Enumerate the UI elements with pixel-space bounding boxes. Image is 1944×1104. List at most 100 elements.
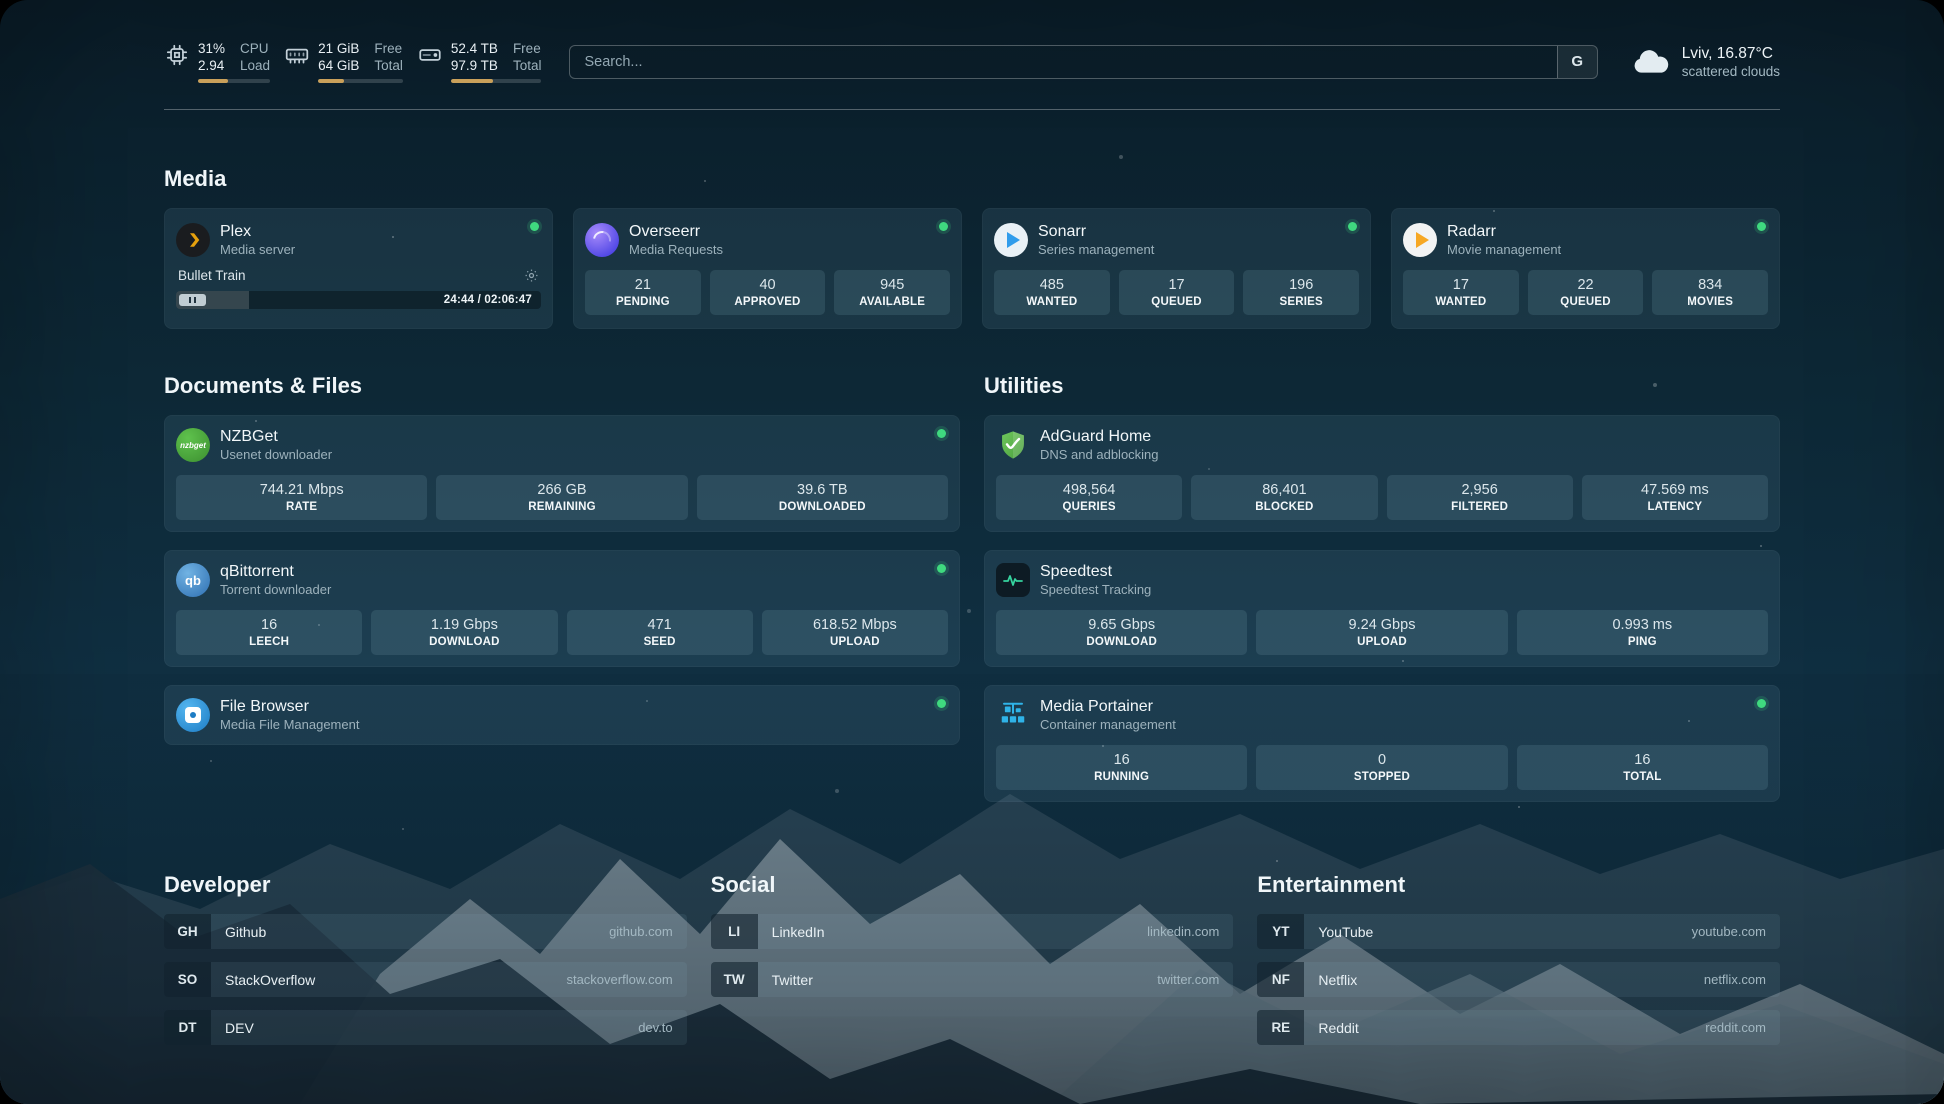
- cpu-bar-fill: [198, 79, 228, 83]
- disk-bar: [451, 79, 542, 83]
- stat-label: DOWNLOAD: [375, 636, 553, 648]
- overseerr-card[interactable]: Overseerr Media Requests 21 PENDING 40 A…: [573, 208, 962, 329]
- weather-widget[interactable]: Lviv, 16.87°C scattered clouds: [1630, 44, 1780, 80]
- entertainment-title: Entertainment: [1257, 872, 1780, 898]
- stat-label: LEECH: [180, 636, 358, 648]
- stat-value: 471: [571, 616, 749, 634]
- stat-label: SEED: [571, 636, 749, 648]
- search-bar: G: [569, 45, 1597, 79]
- media-title: Media: [164, 166, 1780, 192]
- stat-label: TOTAL: [1521, 771, 1764, 783]
- bookmark-linkedin[interactable]: LI LinkedIn linkedin.com: [711, 914, 1234, 949]
- nzbget-icon-text: nzbget: [180, 441, 206, 450]
- stat-rate: 744.21 Mbps RATE: [176, 475, 427, 520]
- plex-card[interactable]: Plex Media server Bullet Train: [164, 208, 553, 329]
- bookmark-reddit[interactable]: RE Reddit reddit.com: [1257, 1010, 1780, 1045]
- stat-value: 0.993 ms: [1521, 616, 1764, 634]
- stat-blocked: 86,401 BLOCKED: [1191, 475, 1377, 520]
- adguard-icon: [996, 428, 1030, 462]
- stat-label: QUEUED: [1123, 296, 1231, 308]
- gear-icon[interactable]: [524, 268, 539, 283]
- stat-label: APPROVED: [714, 296, 822, 308]
- stat-pending: 21 PENDING: [585, 270, 701, 315]
- stat-label: DOWNLOAD: [1000, 636, 1243, 648]
- stat-value: 22: [1532, 276, 1640, 294]
- service-desc: Torrent downloader: [220, 582, 331, 598]
- playback-progress-bar[interactable]: 24:44 / 02:06:47: [176, 291, 541, 309]
- stat-queries: 498,564 QUERIES: [996, 475, 1182, 520]
- weather-condition: scattered clouds: [1682, 63, 1780, 80]
- bookmark-youtube[interactable]: YT YouTube youtube.com: [1257, 914, 1780, 949]
- adguard-card[interactable]: AdGuard Home DNS and adblocking 498,564 …: [984, 415, 1780, 532]
- filebrowser-card[interactable]: File Browser Media File Management: [164, 685, 960, 745]
- stat-value: 86,401: [1195, 481, 1373, 499]
- cpu-widget: 31% 2.94 CPU Load: [164, 40, 270, 83]
- service-desc: Usenet downloader: [220, 447, 332, 463]
- stat-value: 39.6 TB: [701, 481, 944, 499]
- disk-free-label: Free: [513, 40, 542, 57]
- stat-label: DOWNLOADED: [701, 501, 944, 513]
- stat-leech: 16 LEECH: [176, 610, 362, 655]
- topbar-divider: [164, 109, 1780, 110]
- bookmark-url: reddit.com: [1705, 1020, 1766, 1035]
- bookmark-abbr: TW: [711, 962, 758, 997]
- status-dot: [937, 429, 946, 438]
- radarr-card[interactable]: Radarr Movie management 17 WANTED 22 QUE…: [1391, 208, 1780, 329]
- bookmark-stackoverflow[interactable]: SO StackOverflow stackoverflow.com: [164, 962, 687, 997]
- cpu-label-1: CPU: [240, 40, 270, 57]
- stat-value: 196: [1247, 276, 1355, 294]
- stat-value: 834: [1656, 276, 1764, 294]
- status-dot: [939, 222, 948, 231]
- portainer-icon: [996, 698, 1030, 732]
- speedtest-card[interactable]: Speedtest Speedtest Tracking 9.65 Gbps D…: [984, 550, 1780, 667]
- stat-value: 2,956: [1391, 481, 1569, 499]
- portainer-card[interactable]: Media Portainer Container management 16 …: [984, 685, 1780, 802]
- bookmark-twitter[interactable]: TW Twitter twitter.com: [711, 962, 1234, 997]
- bookmark-url: netflix.com: [1704, 972, 1766, 987]
- pause-button[interactable]: [179, 294, 206, 306]
- service-name: qBittorrent: [220, 562, 331, 582]
- stat-value: 16: [180, 616, 358, 634]
- stat-total: 16 TOTAL: [1517, 745, 1768, 790]
- stat-value: 9.24 Gbps: [1260, 616, 1503, 634]
- stat-value: 266 GB: [440, 481, 683, 499]
- now-playing-title: Bullet Train: [178, 268, 246, 283]
- bookmark-url: youtube.com: [1692, 924, 1766, 939]
- stat-label: WANTED: [1407, 296, 1515, 308]
- stat-wanted: 17 WANTED: [1403, 270, 1519, 315]
- stat-latency: 47.569 ms LATENCY: [1582, 475, 1768, 520]
- memory-icon: [284, 42, 310, 68]
- bookmarks-developer: Developer GH Github github.com SO StackO…: [164, 872, 687, 1058]
- cpu-bar: [198, 79, 270, 83]
- disk-free: 52.4 TB: [451, 40, 498, 57]
- stat-label: REMAINING: [440, 501, 683, 513]
- bookmark-dev[interactable]: DT DEV dev.to: [164, 1010, 687, 1045]
- nzbget-card[interactable]: nzbget NZBGet Usenet downloader 744.21 M…: [164, 415, 960, 532]
- bookmark-netflix[interactable]: NF Netflix netflix.com: [1257, 962, 1780, 997]
- stat-series: 196 SERIES: [1243, 270, 1359, 315]
- service-name: File Browser: [220, 697, 359, 717]
- sonarr-card[interactable]: Sonarr Series management 485 WANTED 17 Q…: [982, 208, 1371, 329]
- stat-queued: 17 QUEUED: [1119, 270, 1235, 315]
- stat-label: SERIES: [1247, 296, 1355, 308]
- search-input[interactable]: [570, 46, 1556, 78]
- stat-stopped: 0 STOPPED: [1256, 745, 1507, 790]
- service-desc: DNS and adblocking: [1040, 447, 1159, 463]
- stat-label: RUNNING: [1000, 771, 1243, 783]
- bookmarks-social: Social LI LinkedIn linkedin.com TW Twitt…: [711, 872, 1234, 1058]
- bookmark-github[interactable]: GH Github github.com: [164, 914, 687, 949]
- status-dot: [1757, 699, 1766, 708]
- stat-ping: 0.993 ms PING: [1517, 610, 1768, 655]
- stat-label: STOPPED: [1260, 771, 1503, 783]
- disk-icon: [417, 42, 443, 68]
- stat-value: 17: [1407, 276, 1515, 294]
- service-name: Speedtest: [1040, 562, 1151, 582]
- qbittorrent-card[interactable]: qb qBittorrent Torrent downloader 16 LEE…: [164, 550, 960, 667]
- memory-free-label: Free: [374, 40, 403, 57]
- service-name: Sonarr: [1038, 222, 1154, 242]
- bookmark-name: DEV: [225, 1020, 254, 1036]
- stat-download: 9.65 Gbps DOWNLOAD: [996, 610, 1247, 655]
- bookmark-name: Github: [225, 924, 266, 940]
- search-provider-button[interactable]: G: [1557, 46, 1597, 78]
- weather-location: Lviv, 16.87°C: [1682, 44, 1780, 63]
